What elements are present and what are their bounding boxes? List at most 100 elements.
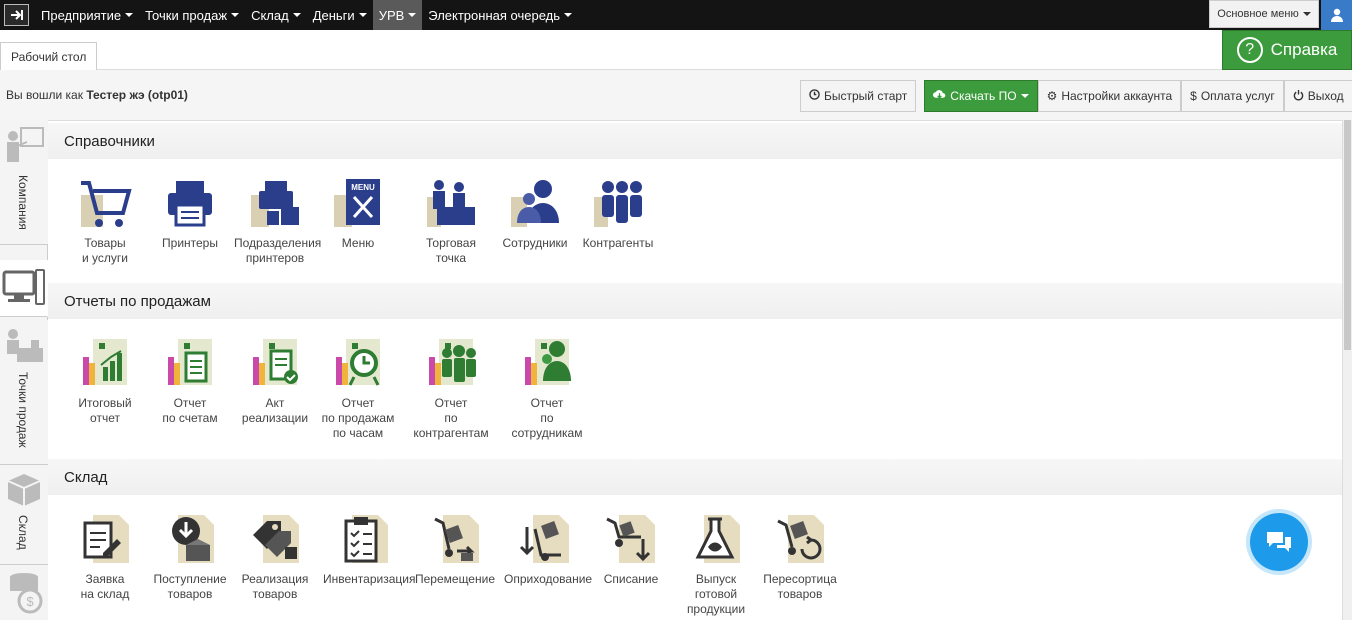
tile-bills-report[interactable]: Отчет по счетам bbox=[149, 337, 231, 426]
help-label: Справка bbox=[1270, 40, 1338, 59]
account-settings-label: Настройки аккаунта bbox=[1061, 89, 1173, 103]
caret-down-icon bbox=[231, 13, 240, 17]
caret-down-icon bbox=[408, 13, 417, 17]
tile-summary-report[interactable]: Итоговый отчет bbox=[64, 337, 146, 426]
store-icon bbox=[427, 180, 475, 227]
caret-down-icon bbox=[1020, 94, 1029, 98]
user-icon[interactable] bbox=[1321, 0, 1352, 30]
posting-icon bbox=[519, 515, 569, 563]
tab-desktop[interactable]: Рабочий стол bbox=[0, 42, 98, 71]
caret-down-icon bbox=[1302, 12, 1311, 16]
tile-employees-report[interactable]: Отчет по сотрудникам bbox=[506, 337, 588, 441]
scrollbar-thumb[interactable] bbox=[1344, 120, 1351, 350]
contractors-report-icon bbox=[429, 339, 476, 385]
sidebar-item-warehouse[interactable]: Склад bbox=[0, 465, 48, 565]
download-button[interactable]: Скачать ПО bbox=[924, 80, 1038, 112]
sidebar-item-company[interactable]: Компания bbox=[0, 120, 48, 245]
cloud-download-icon bbox=[933, 89, 946, 103]
tile-label: Отчет по контрагентам bbox=[413, 396, 489, 440]
tile-label: Контрагенты bbox=[582, 236, 654, 250]
tile-write-off[interactable]: Списание bbox=[590, 513, 672, 587]
top-menu-urv[interactable]: УРВ bbox=[372, 0, 423, 30]
top-menu-warehouse[interactable]: Склад bbox=[245, 0, 307, 30]
tile-printer-departments[interactable]: Подразделения принтеров bbox=[234, 177, 321, 266]
logout-button[interactable]: Выход bbox=[1283, 80, 1352, 112]
caret-down-icon bbox=[358, 13, 367, 17]
tile-label: Отчет по продажам по часам bbox=[321, 396, 395, 440]
printer-department-icon bbox=[251, 181, 299, 227]
write-off-icon bbox=[606, 515, 655, 563]
tile-sales-act[interactable]: Акт реализации bbox=[234, 337, 316, 426]
main-menu-dropdown[interactable]: Основное меню bbox=[1209, 0, 1319, 28]
tile-production[interactable]: Выпуск готовой продукции bbox=[675, 513, 757, 617]
account-settings-button[interactable]: ⚙ Настройки аккаунта bbox=[1037, 80, 1182, 112]
exit-arrow-icon[interactable] bbox=[4, 4, 29, 26]
login-prefix: Вы вошли как bbox=[6, 88, 83, 102]
tile-label: Заявка на склад bbox=[80, 572, 130, 601]
payment-label: Оплата услуг bbox=[1200, 89, 1275, 103]
goods-sale-icon bbox=[253, 515, 299, 563]
tile-regrading[interactable]: Пересортица товаров bbox=[759, 513, 841, 602]
section-title: Склад bbox=[48, 459, 1342, 495]
dollar-icon: $ bbox=[1190, 89, 1197, 103]
sidebar-item-label: Точки продаж bbox=[16, 372, 30, 448]
tile-employees[interactable]: Сотрудники bbox=[494, 177, 576, 251]
tile-printers[interactable]: Принтеры bbox=[149, 177, 231, 251]
quick-start-label: Быстрый старт bbox=[824, 89, 908, 103]
sidebar-item-computer[interactable] bbox=[0, 260, 48, 317]
tile-label: Товары и услуги bbox=[82, 236, 128, 265]
tile-contractors-report[interactable]: Отчет по контрагентам bbox=[410, 337, 492, 441]
chat-button[interactable] bbox=[1250, 513, 1308, 571]
tile-label: Принтеры bbox=[162, 236, 218, 250]
employees-icon bbox=[511, 180, 559, 227]
top-menu-label: Предприятие bbox=[41, 7, 122, 23]
help-button[interactable]: ? Справка bbox=[1222, 30, 1352, 70]
top-menu-money[interactable]: Деньги bbox=[307, 0, 373, 30]
tile-goods-sale[interactable]: Реализация товаров bbox=[234, 513, 316, 602]
sidebar-item-money[interactable]: $ bbox=[0, 565, 48, 620]
tile-label: Отчет по сотрудникам bbox=[511, 396, 583, 440]
power-icon bbox=[1293, 89, 1304, 104]
tile-label: Реализация товаров bbox=[241, 572, 309, 601]
tile-hourly-report[interactable]: Отчет по продажам по часам bbox=[317, 337, 399, 441]
sidebar-item-label: Компания bbox=[16, 175, 30, 230]
tile-label: Меню bbox=[341, 236, 375, 250]
svg-text:MENU: MENU bbox=[351, 183, 375, 192]
tile-sale-point[interactable]: Торговая точка bbox=[410, 177, 492, 266]
login-user: Тестер жэ (otp01) bbox=[86, 88, 188, 102]
tile-menu[interactable]: MENU Меню bbox=[317, 177, 399, 251]
tile-goods[interactable]: Товары и услуги bbox=[64, 177, 146, 266]
inventory-icon bbox=[344, 515, 388, 563]
gear-icon: ⚙ bbox=[1046, 89, 1058, 103]
tile-label: Перемещение bbox=[415, 572, 495, 586]
tile-warehouse-request[interactable]: Заявка на склад bbox=[64, 513, 146, 602]
top-menu-label: Деньги bbox=[312, 7, 355, 23]
download-label: Скачать ПО bbox=[950, 89, 1017, 103]
regrading-icon bbox=[777, 515, 824, 563]
question-icon: ? bbox=[1236, 37, 1263, 63]
tile-goods-receipt[interactable]: Поступление товаров bbox=[149, 513, 231, 602]
top-navbar: Предприятие Точки продаж Склад Деньги УР… bbox=[0, 0, 1352, 30]
printer-icon bbox=[168, 181, 212, 227]
menu-icon: MENU bbox=[334, 179, 380, 227]
top-menu-sale-points[interactable]: Точки продаж bbox=[139, 0, 245, 30]
chat-icon bbox=[1267, 532, 1291, 552]
top-menu-label: Склад bbox=[251, 7, 289, 23]
tile-contractors[interactable]: Контрагенты bbox=[577, 177, 659, 251]
goods-receipt-icon bbox=[172, 515, 214, 563]
tile-posting[interactable]: Оприходование bbox=[504, 513, 592, 587]
top-menu-enterprise[interactable]: Предприятие bbox=[35, 0, 139, 30]
sidebar-item-sale-points[interactable]: Точки продаж bbox=[0, 320, 48, 465]
tile-inventory[interactable]: Инвентаризация bbox=[323, 513, 415, 587]
page-scrollbar[interactable] bbox=[1342, 120, 1352, 620]
tile-label: Итоговый отчет bbox=[78, 396, 132, 425]
cashier-icon bbox=[7, 329, 43, 362]
top-menu-queue[interactable]: Электронная очередь bbox=[422, 0, 578, 30]
quick-start-button[interactable]: Быстрый старт bbox=[800, 80, 917, 112]
payment-button[interactable]: $ Оплата услуг bbox=[1181, 80, 1284, 112]
coins-icon: $ bbox=[10, 573, 43, 614]
tile-transfer[interactable]: Перемещение bbox=[414, 513, 496, 587]
tile-label: Поступление товаров bbox=[153, 572, 227, 601]
tile-label: Акт реализации bbox=[241, 396, 309, 425]
presentation-icon bbox=[7, 127, 44, 162]
